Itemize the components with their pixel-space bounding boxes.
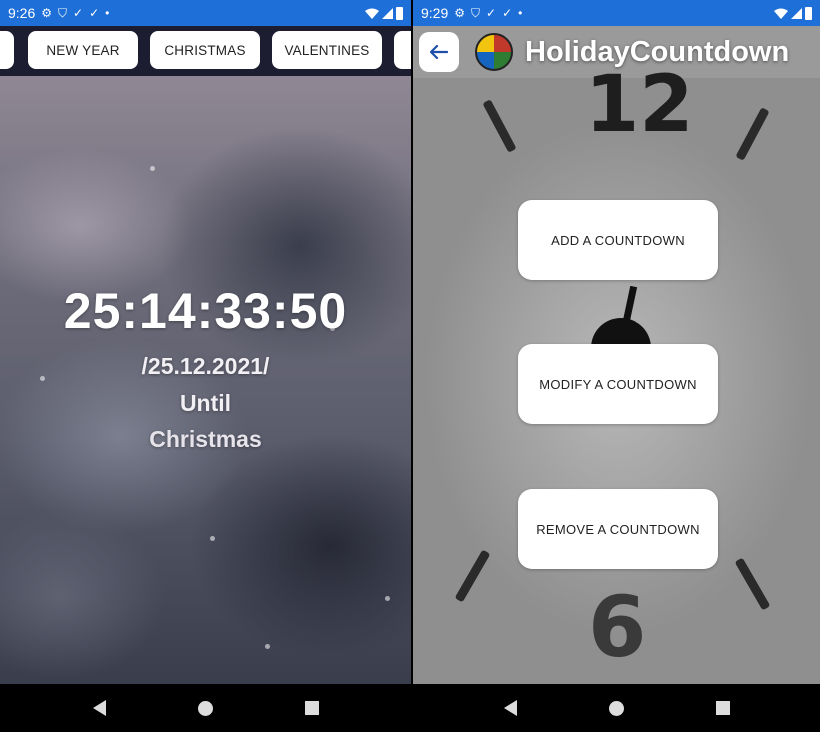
arrow-left-icon <box>430 45 448 59</box>
check-download-icon: ✓ <box>502 6 513 20</box>
check-download-icon: ✓ <box>73 6 84 20</box>
holiday-date: /25.12.2021/ <box>141 353 270 379</box>
tab-label: VALENTINES <box>284 42 370 58</box>
wifi-icon <box>774 8 788 19</box>
tab-new-year[interactable]: NEW YEAR <box>28 31 138 69</box>
check-download-icon: ✓ <box>89 6 100 20</box>
nav-back-icon[interactable] <box>503 700 517 716</box>
nav-recents-icon[interactable] <box>715 701 730 715</box>
status-bar: 9:29 ⚙ ⛉ ✓ ✓ • <box>413 0 820 26</box>
remove-countdown-button[interactable]: REMOVE A COUNTDOWN <box>518 489 718 569</box>
back-button[interactable] <box>419 32 459 72</box>
tab-valentines[interactable]: VALENTINES <box>272 31 382 69</box>
tab-next[interactable] <box>394 31 411 69</box>
until-label: Until <box>179 390 232 416</box>
countdown-timer: 25:14:33:50 <box>63 283 348 339</box>
navigation-bar <box>413 684 820 732</box>
shield-icon: ⛉ <box>58 6 68 20</box>
status-time: 9:26 <box>8 5 36 21</box>
clock-tick <box>482 99 517 153</box>
left-phone-screen: 9:26 ⚙ ⛉ ✓ ✓ • NEW YEAR CHRISTMAS VALENT… <box>0 0 411 732</box>
status-time: 9:29 <box>421 5 449 21</box>
gear-icon: ⚙ <box>454 6 466 20</box>
holiday-tab-strip[interactable]: NEW YEAR CHRISTMAS VALENTINES <box>0 26 411 76</box>
wifi-icon <box>365 8 379 19</box>
clock-tick <box>735 107 770 161</box>
shield-icon: ⛉ <box>471 6 481 20</box>
signal-icon <box>791 7 802 19</box>
tab-previous[interactable] <box>0 31 14 69</box>
app-bar: HolidayCountdown <box>413 26 820 78</box>
clock-tick <box>734 557 771 611</box>
app-logo <box>475 33 513 71</box>
status-bar: 9:26 ⚙ ⛉ ✓ ✓ • <box>0 0 411 26</box>
check-download-icon: ✓ <box>486 6 497 20</box>
dot-icon: • <box>518 6 523 20</box>
app-title: HolidayCountdown <box>525 35 790 68</box>
gear-icon: ⚙ <box>41 6 53 20</box>
nav-recents-icon[interactable] <box>304 701 319 715</box>
tab-label: CHRISTMAS <box>164 42 246 58</box>
add-countdown-button[interactable]: ADD A COUNTDOWN <box>518 200 718 280</box>
modify-countdown-button[interactable]: MODIFY A COUNTDOWN <box>518 344 718 424</box>
nav-back-icon[interactable] <box>92 700 106 716</box>
dot-icon: • <box>105 6 110 20</box>
right-phone-screen: 12 6 9:29 ⚙ ⛉ ✓ ✓ • HolidayCountdown ADD… <box>413 0 820 732</box>
nav-home-icon[interactable] <box>197 700 213 716</box>
tab-label: NEW YEAR <box>46 42 120 58</box>
nav-home-icon[interactable] <box>608 700 624 716</box>
holiday-name: Christmas <box>149 426 262 452</box>
winter-background-image <box>0 76 411 684</box>
clock-tick <box>454 549 491 603</box>
clock-numeral-6: 6 <box>588 578 647 676</box>
battery-icon <box>396 6 403 20</box>
navigation-bar <box>0 684 411 732</box>
battery-icon <box>805 6 812 20</box>
signal-icon <box>382 7 393 19</box>
tab-christmas[interactable]: CHRISTMAS <box>150 31 260 69</box>
